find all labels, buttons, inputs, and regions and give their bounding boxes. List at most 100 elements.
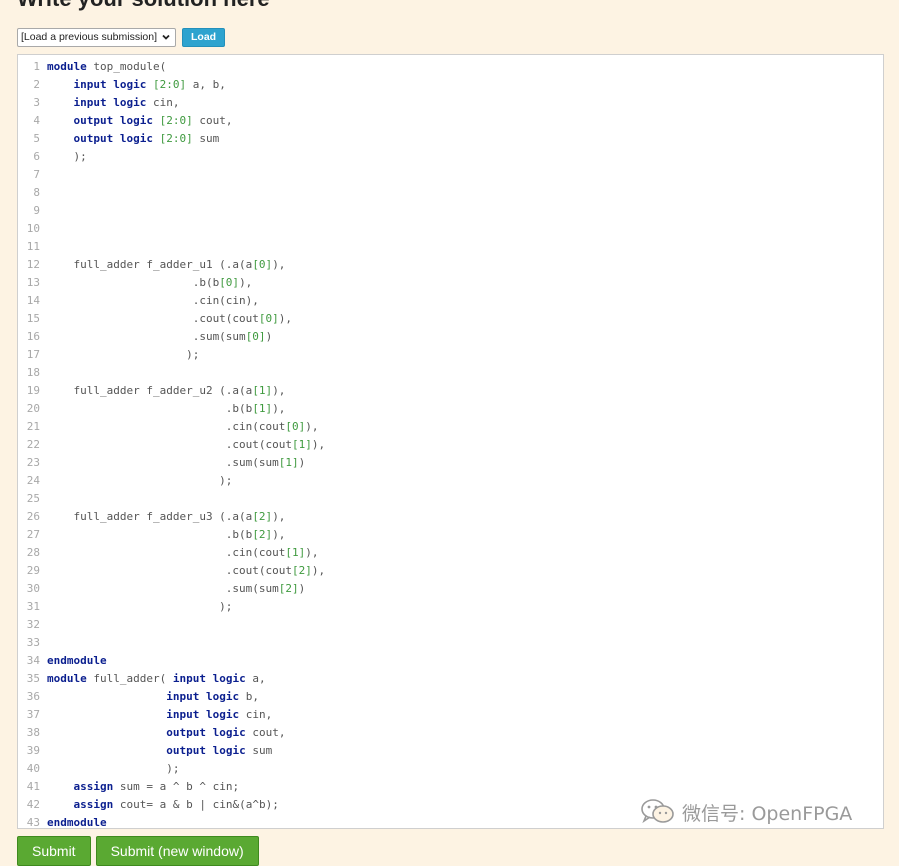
code-number: [2:0] — [152, 78, 187, 91]
chevron-down-icon — [162, 34, 170, 40]
code-text: .sum(sum[0]) — [47, 328, 273, 346]
load-button[interactable]: Load — [182, 27, 226, 47]
code-text: output logic cout, — [47, 724, 285, 742]
watermark: 微信号: OpenFPGA — [640, 797, 852, 827]
code-number: [0] — [285, 420, 306, 433]
code-token: .cout(cout — [47, 312, 259, 325]
code-text: .cout(cout[2]), — [47, 562, 325, 580]
code-line[interactable]: 34 endmodule — [18, 652, 883, 670]
code-token: ) — [265, 330, 273, 343]
previous-submission-select-value: [Load a previous submission] — [21, 31, 157, 43]
code-token: cout, — [192, 114, 233, 127]
code-line[interactable]: 15 .cout(cout[0]), — [18, 310, 883, 328]
line-number: 10 — [26, 222, 40, 235]
code-text: .sum(sum[1]) — [47, 454, 306, 472]
code-line[interactable]: 36 input logic b, — [18, 688, 883, 706]
code-line[interactable]: 37 input logic cin, — [18, 706, 883, 724]
code-line[interactable]: 30 .sum(sum[2]) — [18, 580, 883, 598]
code-line[interactable]: 4 output logic [2:0] cout, — [18, 112, 883, 130]
code-line[interactable]: 41 assign sum = a ^ b ^ cin; — [18, 778, 883, 796]
line-number: 24 — [26, 474, 40, 487]
code-line[interactable]: 39 output logic sum — [18, 742, 883, 760]
code-line[interactable]: 18 — [18, 364, 883, 382]
previous-submission-select[interactable]: [Load a previous submission] — [17, 27, 176, 47]
code-line[interactable]: 9 — [18, 202, 883, 220]
code-text: .b(b[0]), — [47, 274, 253, 292]
code-line[interactable]: 32 — [18, 616, 883, 634]
code-text: ); — [47, 760, 179, 778]
code-token: ), — [272, 510, 286, 523]
code-line[interactable]: 12 full_adder f_adder_u1 (.a(a[0]), — [18, 256, 883, 274]
code-token: .sum(sum — [47, 456, 279, 469]
code-number: [2] — [252, 528, 273, 541]
line-number: 42 — [26, 798, 40, 811]
code-line[interactable]: 21 .cin(cout[0]), — [18, 418, 883, 436]
code-token: .cin(cin), — [47, 294, 259, 307]
code-line[interactable]: 7 — [18, 166, 883, 184]
code-line[interactable]: 20 .b(b[1]), — [18, 400, 883, 418]
code-line[interactable]: 5 output logic [2:0] sum — [18, 130, 883, 148]
code-keyword: assign — [73, 780, 114, 793]
code-keyword: output logic — [73, 114, 153, 127]
code-number: [2:0] — [159, 114, 193, 127]
code-token: a, b, — [186, 78, 226, 91]
code-token: cout, — [245, 726, 286, 739]
code-line[interactable]: 3 input logic cin, — [18, 94, 883, 112]
code-text: input logic b, — [47, 688, 259, 706]
code-line[interactable]: 27 .b(b[2]), — [18, 526, 883, 544]
code-number: [1] — [285, 546, 306, 559]
line-number: 7 — [33, 168, 40, 181]
code-token: full_adder f_adder_u1 (.a(a — [47, 258, 253, 271]
code-line[interactable]: 22 .cout(cout[1]), — [18, 436, 883, 454]
code-line[interactable]: 8 — [18, 184, 883, 202]
code-line[interactable]: 24 ); — [18, 472, 883, 490]
code-text: ); — [47, 148, 86, 166]
line-number: 35 — [26, 672, 40, 685]
line-number: 31 — [26, 600, 40, 613]
line-number: 36 — [26, 690, 40, 703]
code-token: .cout(cout — [47, 438, 293, 451]
code-number: [2:0] — [159, 132, 193, 145]
code-line[interactable]: 23 .sum(sum[1]) — [18, 454, 883, 472]
code-line[interactable]: 19 full_adder f_adder_u2 (.a(a[1]), — [18, 382, 883, 400]
code-token: .b(b — [47, 276, 220, 289]
line-number: 38 — [26, 726, 40, 739]
code-line[interactable]: 10 — [18, 220, 883, 238]
code-token: .sum(sum — [47, 582, 279, 595]
code-line[interactable]: 33 — [18, 634, 883, 652]
code-line[interactable]: 26 full_adder f_adder_u3 (.a(a[2]), — [18, 508, 883, 526]
code-token: sum — [192, 132, 220, 145]
code-line[interactable]: 1 module top_module( — [18, 58, 883, 76]
code-number: [0] — [219, 276, 240, 289]
code-line[interactable]: 29 .cout(cout[2]), — [18, 562, 883, 580]
code-line[interactable]: 35 module full_adder( input logic a, — [18, 670, 883, 688]
code-line[interactable]: 17 ); — [18, 346, 883, 364]
code-line[interactable]: 11 — [18, 238, 883, 256]
code-line[interactable]: 28 .cin(cout[1]), — [18, 544, 883, 562]
code-line[interactable]: 38 output logic cout, — [18, 724, 883, 742]
code-line[interactable]: 16 .sum(sum[0]) — [18, 328, 883, 346]
code-line[interactable]: 40 ); — [18, 760, 883, 778]
code-token: sum — [245, 744, 273, 757]
code-line[interactable]: 31 ); — [18, 598, 883, 616]
code-line[interactable]: 14 .cin(cin), — [18, 292, 883, 310]
line-number: 5 — [33, 132, 40, 145]
code-number: [2] — [278, 582, 299, 595]
code-keyword: assign — [73, 798, 114, 811]
code-keyword: input logic — [172, 672, 246, 685]
code-line[interactable]: 25 — [18, 490, 883, 508]
line-number: 11 — [26, 240, 40, 253]
code-text: module full_adder( input logic a, — [47, 670, 266, 688]
code-keyword: module — [47, 672, 87, 685]
code-line[interactable]: 13 .b(b[0]), — [18, 274, 883, 292]
line-number: 3 — [33, 96, 40, 109]
code-line[interactable]: 2 input logic [2:0] a, b, — [18, 76, 883, 94]
code-editor[interactable]: 1 module top_module(2 input logic [2:0] a… — [17, 54, 884, 829]
line-number: 33 — [26, 636, 40, 649]
code-line[interactable]: 6 ); — [18, 148, 883, 166]
code-keyword: input logic — [166, 708, 240, 721]
code-token: cout= a & b | cin&(a^b); — [113, 798, 279, 811]
